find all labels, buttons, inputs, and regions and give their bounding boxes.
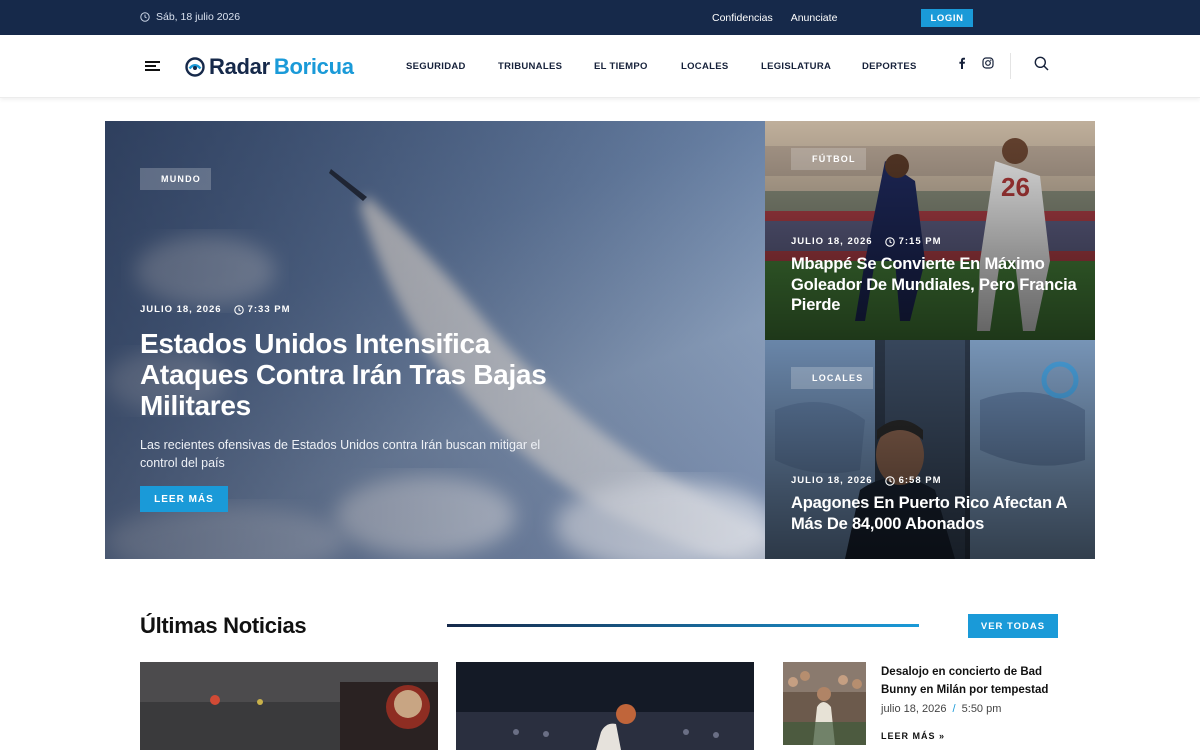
section-divider (447, 624, 919, 627)
nav-item-tribunales[interactable]: TRIBUNALES (498, 61, 594, 72)
read-more-button[interactable]: LEER MÁS (140, 486, 228, 512)
side2-date: JULIO 18, 2026 (791, 475, 873, 486)
basketball-image (456, 662, 754, 750)
top-links: Confidencias Anunciate (712, 12, 837, 24)
category-badge-mundo[interactable]: MUNDO (140, 168, 211, 190)
date-text: Sáb, 18 julio 2026 (156, 11, 241, 23)
mini-news-time: 5:50 pm (961, 703, 1002, 715)
hero-time: 7:33 PM (247, 304, 291, 315)
hero-description: Las recientes ofensivas de Estados Unido… (140, 438, 541, 470)
nav-item-legislatura[interactable]: LEGISLATURA (761, 61, 862, 72)
login-button[interactable]: LOGIN (921, 9, 973, 27)
side1-date: JULIO 18, 2026 (791, 236, 873, 247)
facebook-icon[interactable] (956, 57, 968, 69)
clock-icon (233, 304, 244, 315)
hero-meta: JULIO 18, 2026 7:33 PM (140, 304, 291, 315)
current-date: Sáb, 18 julio 2026 (140, 11, 240, 23)
mini-news-date: julio 18, 2026 (881, 703, 947, 715)
nav-item-el-tiempo[interactable]: EL TIEMPO (594, 61, 681, 72)
site-logo[interactable]: Radar Boricua (185, 54, 354, 80)
news-card-1-image[interactable] (140, 662, 438, 750)
side1-time: 7:15 PM (898, 236, 942, 247)
link-confidencias[interactable]: Confidencias (712, 12, 773, 24)
nav-item-deportes[interactable]: DEPORTES (862, 61, 917, 72)
category-badge-locales[interactable]: LOCALES (791, 367, 874, 389)
header-divider (1010, 53, 1011, 79)
mini-read-more-link[interactable]: LEER MÁS » (881, 731, 945, 741)
instagram-icon[interactable] (982, 57, 994, 69)
side1-headline[interactable]: Mbappé Se Convierte En Máximo Goleador D… (791, 254, 1081, 316)
nav-item-seguridad[interactable]: SEGURIDAD (406, 61, 498, 72)
clock-icon (884, 236, 895, 247)
hero-headline[interactable]: Estados Unidos Intensifica Ataques Contr… (140, 328, 580, 421)
logo-word-boricua: Boricua (273, 54, 354, 79)
search-icon[interactable] (1034, 56, 1049, 71)
link-anunciate[interactable]: Anunciate (791, 12, 838, 24)
latest-news-title: Últimas Noticias (140, 613, 307, 638)
mini-news-meta: julio 18, 2026 / 5:50 pm (881, 703, 1001, 715)
view-all-button[interactable]: VER TODAS (968, 614, 1058, 638)
menu-icon[interactable] (145, 61, 160, 71)
mini-news-thumbnail[interactable] (783, 662, 866, 745)
hero-date: JULIO 18, 2026 (140, 304, 222, 315)
concert-crowd-image (783, 662, 866, 745)
social-links (956, 57, 994, 69)
side1-meta: JULIO 18, 2026 7:15 PM (791, 236, 942, 247)
main-header: Radar Boricua SEGURIDAD TRIBUNALES EL TI… (0, 35, 1200, 98)
mini-news-headline[interactable]: Desalojo en concierto de Bad Bunny en Mi… (881, 663, 1061, 699)
clock-icon (884, 475, 895, 486)
meta-separator: / (952, 703, 956, 715)
logo-word-radar: Radar (209, 54, 270, 79)
category-badge-futbol[interactable]: FÚTBOL (791, 148, 866, 170)
logo-mark-icon (185, 57, 205, 77)
news-card-2-image[interactable] (456, 662, 754, 750)
side2-headline[interactable]: Apagones En Puerto Rico Afectan A Más De… (791, 493, 1081, 534)
nav-item-locales[interactable]: LOCALES (681, 61, 761, 72)
main-nav: SEGURIDAD TRIBUNALES EL TIEMPO LOCALES L… (406, 61, 917, 72)
side2-time: 6:58 PM (898, 475, 942, 486)
top-bar: Sáb, 18 julio 2026 Confidencias Anunciat… (0, 0, 1200, 35)
side2-meta: JULIO 18, 2026 6:58 PM (791, 475, 942, 486)
firefighter-image (140, 662, 438, 750)
clock-icon (140, 12, 150, 22)
